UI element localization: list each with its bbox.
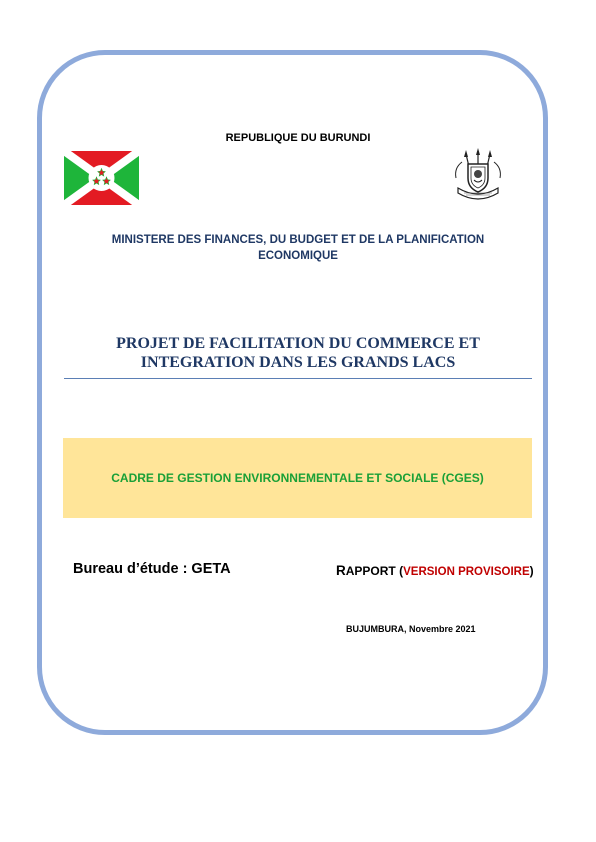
project-title-line2: INTEGRATION DANS LES GRANDS LACS — [140, 354, 456, 371]
republic-title: REPUBLIQUE DU BURUNDI — [225, 132, 371, 144]
project-title-line1: PROJET DE FACILITATION DU COMMERCE ET — [116, 335, 480, 352]
ministry-title: MINISTERE DES FINANCES, DU BUDGET ET DE … — [80, 232, 516, 264]
ministry-title-line1: MINISTERE DES FINANCES, DU BUDGET ET DE … — [111, 234, 485, 246]
document-banner: CADRE DE GESTION ENVIRONNEMENTALE ET SOC… — [63, 438, 532, 518]
document-type-title: CADRE DE GESTION ENVIRONNEMENTALE ET SOC… — [111, 471, 484, 485]
report-status: RAPPORT (VERSION PROVISOIRE) — [336, 563, 534, 578]
report-version: VERSION PROVISOIRE — [403, 566, 530, 578]
title-divider — [64, 378, 532, 379]
consulting-firm: Bureau d’étude : GETA — [73, 561, 231, 577]
project-title: PROJET DE FACILITATION DU COMMERCE ET IN… — [64, 334, 532, 372]
report-label-rest: APPORT — [345, 564, 396, 578]
burundi-coat-of-arms-icon — [455, 148, 501, 200]
report-paren-close: ) — [529, 564, 534, 578]
report-paren-open: ( — [395, 564, 404, 578]
place-and-date: BUJUMBURA, Novembre 2021 — [346, 624, 476, 634]
burundi-flag-icon — [64, 151, 139, 205]
ministry-title-line2: ECONOMIQUE — [258, 250, 338, 262]
report-label-initial: R — [336, 563, 346, 578]
